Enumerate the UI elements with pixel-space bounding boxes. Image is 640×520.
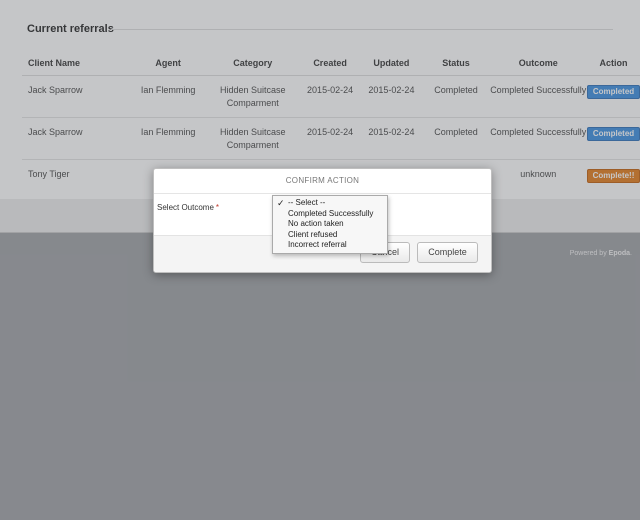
complete-button[interactable]: Complete	[417, 242, 478, 263]
select-outcome-label: Select Outcome *	[157, 203, 219, 212]
outcome-option-incorrect-referral[interactable]: Incorrect referral	[273, 240, 387, 251]
outcome-option-no-action-taken[interactable]: No action taken	[273, 219, 387, 230]
outcome-option-select[interactable]: ✓ -- Select --	[273, 198, 387, 209]
modal-title: CONFIRM ACTION	[154, 169, 491, 194]
required-marker: *	[215, 203, 220, 212]
check-icon: ✓	[277, 198, 285, 208]
outcome-dropdown-list[interactable]: ✓ -- Select -- Completed Successfully No …	[272, 195, 388, 254]
option-label: -- Select --	[288, 198, 326, 207]
outcome-option-client-refused[interactable]: Client refused	[273, 230, 387, 241]
outcome-option-completed-successfully[interactable]: Completed Successfully	[273, 209, 387, 220]
select-outcome-label-text: Select Outcome	[157, 203, 214, 212]
